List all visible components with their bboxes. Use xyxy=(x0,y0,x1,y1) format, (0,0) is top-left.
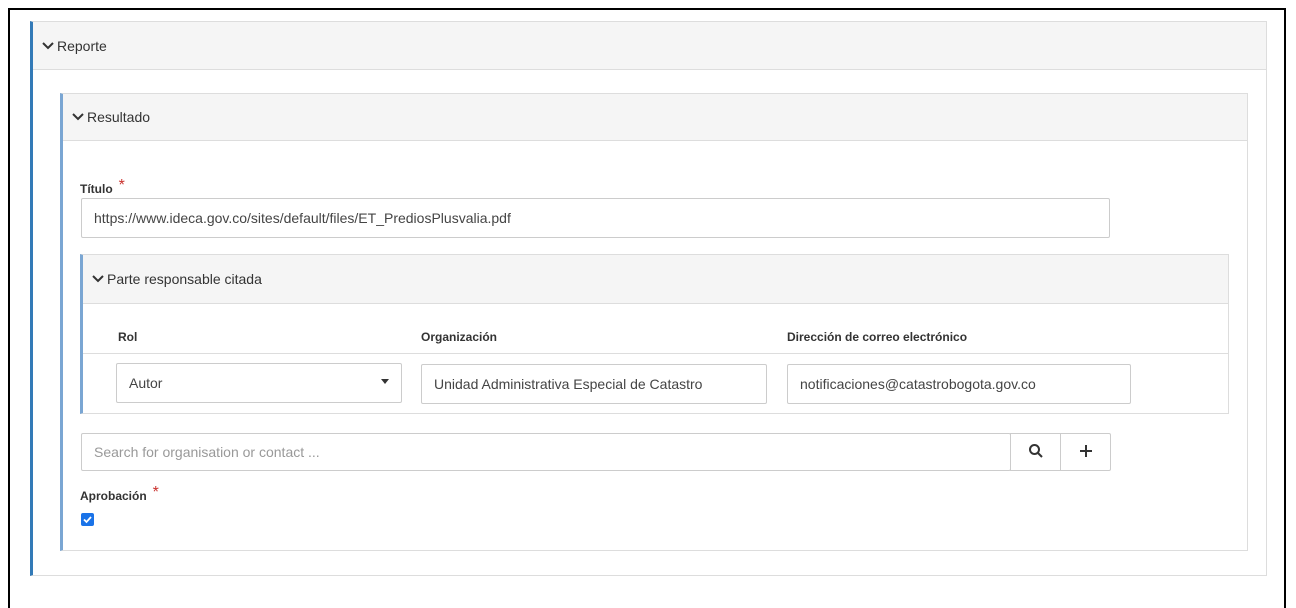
rol-value: Autor xyxy=(129,375,163,391)
row-divider xyxy=(83,353,1228,354)
search-placeholder: Search for organisation or contact ... xyxy=(94,444,320,460)
email-input[interactable]: notificaciones@catastrobogota.gov.co xyxy=(787,364,1131,404)
organizacion-value: Unidad Administrativa Especial de Catast… xyxy=(434,376,703,392)
parte-responsable-header[interactable]: Parte responsable citada xyxy=(83,255,1228,304)
required-marker: * xyxy=(118,177,125,194)
organizacion-input[interactable]: Unidad Administrativa Especial de Catast… xyxy=(421,364,767,404)
search-button[interactable] xyxy=(1010,433,1061,471)
titulo-label: Título * xyxy=(80,177,125,198)
column-header-rol: Rol xyxy=(118,330,138,344)
check-icon xyxy=(83,516,92,524)
titulo-label-text: Título xyxy=(80,182,113,196)
column-header-email: Dirección de correo electrónico xyxy=(787,330,968,344)
reporte-header[interactable]: Reporte xyxy=(33,22,1266,70)
chevron-down-icon xyxy=(41,40,55,52)
column-header-organizacion: Organización xyxy=(421,330,498,344)
resultado-title: Resultado xyxy=(87,109,151,125)
add-contact-button[interactable] xyxy=(1060,433,1111,471)
email-value: notificaciones@catastrobogota.gov.co xyxy=(800,376,1036,392)
plus-icon xyxy=(1079,444,1093,461)
parte-responsable-title: Parte responsable citada xyxy=(107,271,262,287)
resultado-header[interactable]: Resultado xyxy=(63,94,1247,141)
required-marker: * xyxy=(152,484,159,501)
reporte-title: Reporte xyxy=(57,37,107,54)
titulo-input[interactable]: https://www.ideca.gov.co/sites/default/f… xyxy=(81,198,1110,238)
chevron-down-icon xyxy=(91,273,105,285)
aprobacion-label: Aprobación * xyxy=(80,484,159,505)
search-input[interactable]: Search for organisation or contact ... xyxy=(81,433,1011,471)
search-icon xyxy=(1028,443,1044,462)
titulo-value: https://www.ideca.gov.co/sites/default/f… xyxy=(94,210,511,226)
rol-select[interactable]: Autor xyxy=(116,363,402,403)
aprobacion-checkbox[interactable] xyxy=(81,513,94,526)
aprobacion-label-text: Aprobación xyxy=(80,489,147,503)
chevron-down-icon xyxy=(71,111,85,123)
caret-down-icon xyxy=(381,379,389,384)
